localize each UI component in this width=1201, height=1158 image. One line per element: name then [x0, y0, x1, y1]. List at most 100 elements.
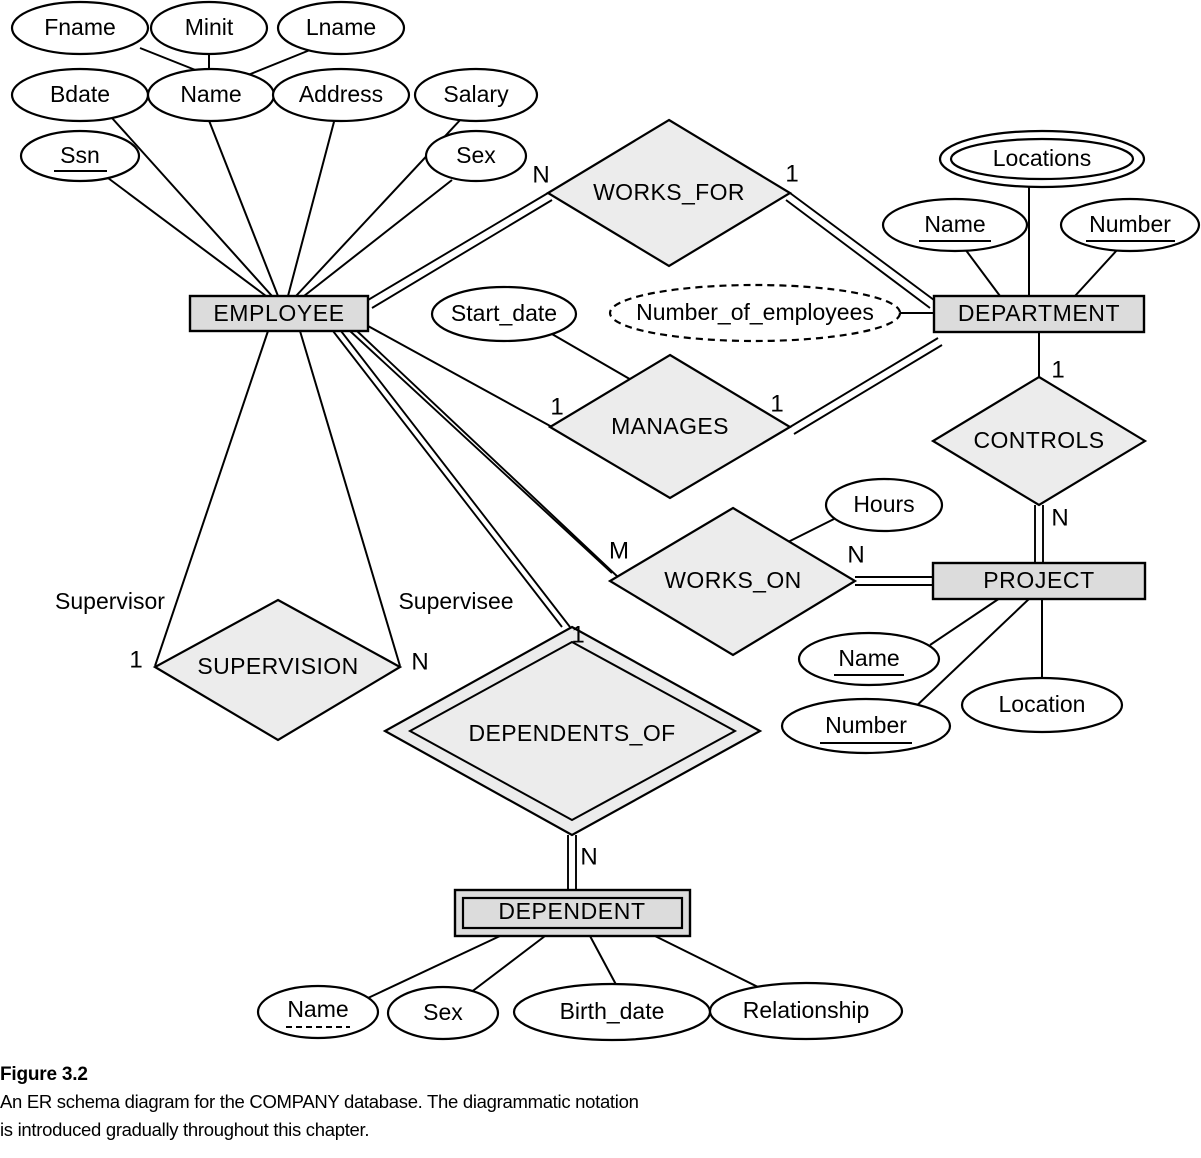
- attribute-name-composite[interactable]: Name: [146, 67, 276, 123]
- attribute-department-number-key[interactable]: Number: [1059, 197, 1201, 253]
- attribute-number-of-employees-label: Number_of_employees: [636, 299, 874, 325]
- er-schema-canvas: .ent { fill:#dcdcdc; stroke:#000; stroke…: [10, 0, 1201, 1042]
- entity-department-label: DEPARTMENT: [958, 300, 1120, 326]
- attribute-start-date-label: Start_date: [451, 300, 557, 326]
- attribute-dependent-sex[interactable]: Sex: [386, 985, 500, 1041]
- attribute-project-name-label: Name: [838, 645, 899, 671]
- line-deprel-dependent: [654, 935, 771, 994]
- relationship-controls-label: CONTROLS: [974, 427, 1105, 453]
- line-ssn-employee: [107, 177, 267, 297]
- role-label-supervisee: Supervisee: [398, 588, 513, 614]
- er-diagram-figure: .ent { fill:#dcdcdc; stroke:#000; stroke…: [0, 0, 1201, 1158]
- attribute-ssn-label: Ssn: [60, 142, 100, 168]
- cardinality-controls-n: N: [1051, 504, 1068, 531]
- entity-project-label: PROJECT: [983, 567, 1095, 593]
- attribute-name-label: Name: [180, 81, 241, 107]
- attribute-dependent-name-partial-key[interactable]: Name: [256, 984, 380, 1040]
- attribute-lname[interactable]: Lname: [276, 0, 406, 56]
- cardinality-supervision-1: 1: [129, 646, 142, 673]
- attribute-salary-label: Salary: [443, 81, 509, 107]
- attribute-address-label: Address: [299, 81, 383, 107]
- line-depsex-dependent: [465, 935, 546, 997]
- attribute-sex-label: Sex: [456, 142, 496, 168]
- attribute-department-name-label: Name: [924, 211, 985, 237]
- attribute-dependent-relationship-label: Relationship: [743, 997, 870, 1023]
- relationship-works-for[interactable]: WORKS_FOR: [545, 118, 793, 268]
- attribute-department-number-label: Number: [1089, 211, 1171, 237]
- relationship-supervision-label: SUPERVISION: [197, 653, 358, 679]
- attribute-lname-label: Lname: [306, 14, 376, 40]
- line-deptnumber-department: [1074, 248, 1119, 297]
- entity-dependent-label: DEPENDENT: [498, 898, 645, 924]
- entity-employee-label: EMPLOYEE: [213, 300, 344, 326]
- cardinality-works-on-n: N: [847, 541, 864, 568]
- attribute-fname[interactable]: Fname: [10, 0, 150, 56]
- attribute-project-name-key[interactable]: Name: [797, 631, 941, 687]
- figure-title: Figure 3.2: [0, 1064, 88, 1085]
- attribute-dependent-name-label: Name: [287, 996, 348, 1022]
- attribute-sex[interactable]: Sex: [424, 129, 528, 183]
- relationship-manages-label: MANAGES: [611, 413, 729, 439]
- relationship-dependents-of[interactable]: DEPENDENTS_OF: [382, 625, 763, 837]
- entity-department[interactable]: DEPARTMENT: [932, 294, 1146, 334]
- relationship-works-on[interactable]: WORKS_ON: [607, 506, 858, 657]
- relationship-works-on-label: WORKS_ON: [664, 567, 801, 593]
- line-name-employee: [207, 117, 279, 297]
- line-employee-works-on-a: [349, 330, 613, 574]
- attribute-project-number-key[interactable]: Number: [780, 697, 952, 755]
- line-bdate-employee: [111, 117, 273, 297]
- line-projname-project: [929, 597, 1001, 646]
- entity-employee[interactable]: EMPLOYEE: [188, 294, 370, 333]
- cardinality-supervision-n: N: [411, 648, 428, 675]
- relationship-works-for-label: WORKS_FOR: [593, 179, 745, 205]
- cardinality-works-for-n: N: [532, 161, 549, 188]
- relationship-supervision[interactable]: SUPERVISION: [152, 598, 403, 742]
- attribute-project-location[interactable]: Location: [960, 676, 1124, 734]
- attribute-dependent-relationship[interactable]: Relationship: [708, 981, 904, 1041]
- attribute-hours[interactable]: Hours: [824, 477, 944, 533]
- attribute-dependent-birth-date[interactable]: Birth_date: [512, 982, 712, 1042]
- line-deptname-department: [964, 248, 1001, 297]
- cardinality-dependents-of-n: N: [580, 843, 597, 870]
- cardinality-controls-1: 1: [1051, 356, 1064, 383]
- attribute-project-number-label: Number: [825, 712, 907, 738]
- attribute-dependent-sex-label: Sex: [423, 999, 463, 1025]
- attribute-minit[interactable]: Minit: [149, 0, 269, 56]
- line-manages-department-b: [793, 344, 943, 435]
- attribute-ssn-key[interactable]: Ssn: [19, 129, 141, 183]
- line-sex-employee: [303, 179, 453, 297]
- attribute-number-of-employees-derived[interactable]: Number_of_employees: [608, 283, 902, 343]
- entity-dependent[interactable]: DEPENDENT: [453, 888, 692, 938]
- attribute-fname-label: Fname: [44, 14, 116, 40]
- attribute-hours-label: Hours: [853, 491, 914, 517]
- line-lname-name: [242, 49, 311, 78]
- line-employee-supervisee: [299, 330, 401, 667]
- figure-caption-line-1: An ER schema diagram for the COMPANY dat…: [0, 1091, 639, 1112]
- cardinality-works-for-1: 1: [785, 160, 798, 187]
- attribute-minit-label: Minit: [185, 14, 234, 40]
- attribute-locations-multivalued[interactable]: Locations: [938, 129, 1146, 189]
- figure-caption-line-2: is introduced gradually throughout this …: [0, 1119, 370, 1140]
- cardinality-dependents-of-1: 1: [571, 621, 584, 648]
- cardinality-manages-right-1: 1: [770, 390, 783, 417]
- attribute-bdate[interactable]: Bdate: [10, 67, 150, 123]
- line-manages-department-a: [789, 337, 939, 428]
- entity-project[interactable]: PROJECT: [931, 561, 1147, 601]
- attribute-project-location-label: Location: [999, 691, 1086, 717]
- cardinality-works-on-m: M: [609, 537, 629, 564]
- attribute-bdate-label: Bdate: [50, 81, 110, 107]
- line-employee-works-on-b: [356, 330, 620, 579]
- figure-caption: Figure 3.2 An ER schema diagram for the …: [0, 1062, 1180, 1143]
- attribute-department-name-key[interactable]: Name: [881, 197, 1029, 253]
- relationship-manages[interactable]: MANAGES: [547, 353, 793, 500]
- attribute-start-date[interactable]: Start_date: [430, 285, 578, 343]
- line-employee-dependents-of-a: [332, 330, 563, 628]
- attribute-dependent-birth-date-label: Birth_date: [560, 998, 665, 1024]
- relationship-controls[interactable]: CONTROLS: [930, 375, 1148, 507]
- line-start-date-manages: [544, 329, 641, 386]
- relationship-dependents-of-label: DEPENDENTS_OF: [468, 720, 675, 746]
- attribute-salary[interactable]: Salary: [413, 67, 539, 123]
- attribute-locations-label: Locations: [993, 145, 1091, 171]
- line-address-employee: [287, 117, 336, 297]
- attribute-address[interactable]: Address: [271, 67, 411, 123]
